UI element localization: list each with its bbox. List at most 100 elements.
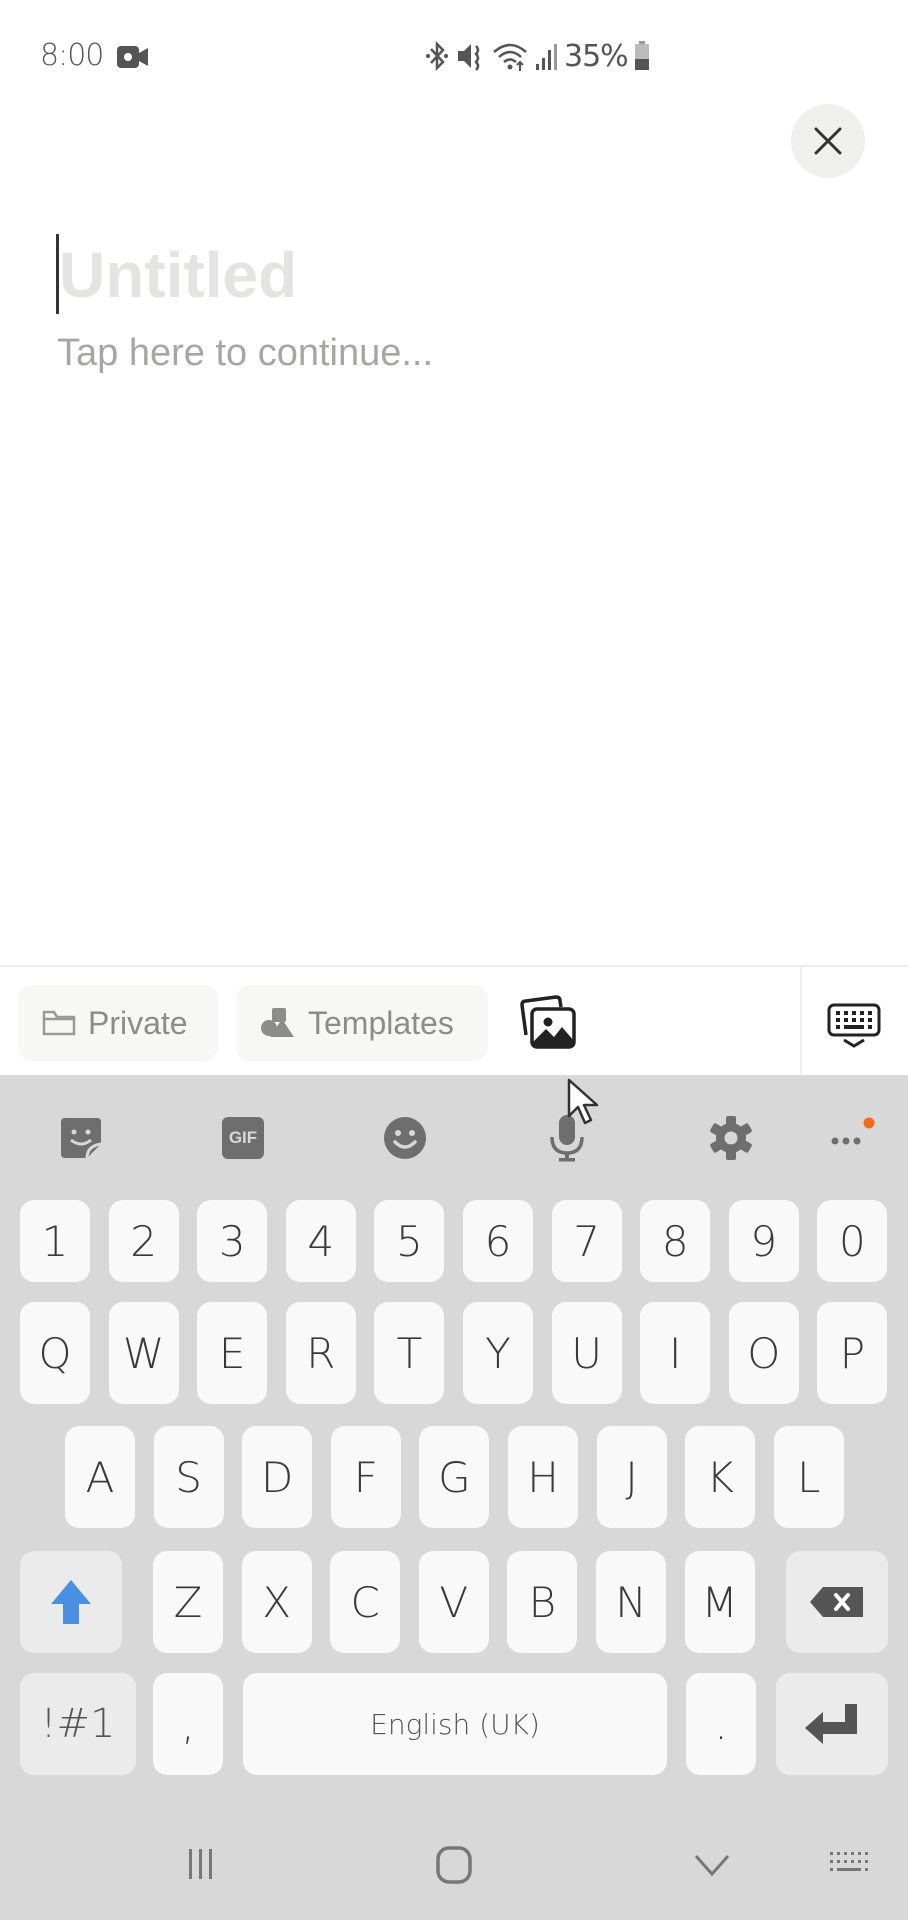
symbols-key[interactable]: !#1 (20, 1673, 136, 1775)
key-p-label: P (839, 1328, 866, 1378)
status-bar: 8:00 35% (0, 0, 908, 110)
key-q-label: Q (38, 1328, 72, 1378)
private-button[interactable]: Private (18, 985, 218, 1061)
key-3-label: 3 (218, 1216, 246, 1266)
wifi-icon (493, 43, 527, 71)
key-a[interactable]: A (65, 1426, 135, 1528)
keyboard-switch-button[interactable] (826, 1846, 872, 1882)
key-n-label: N (615, 1577, 647, 1627)
close-button[interactable] (791, 104, 865, 178)
sticker-button[interactable] (56, 1113, 106, 1163)
private-label: Private (88, 1004, 188, 1041)
key-7[interactable]: 7 (551, 1200, 622, 1282)
key-p[interactable]: P (817, 1302, 888, 1404)
body-input[interactable]: Tap here to continue... (57, 332, 433, 375)
key-x-label: X (262, 1577, 291, 1627)
key-f[interactable]: F (330, 1426, 401, 1528)
key-z-label: Z (173, 1577, 203, 1627)
key-x[interactable]: X (241, 1551, 312, 1653)
home-button[interactable] (434, 1846, 474, 1884)
key-b[interactable]: B (507, 1551, 578, 1653)
key-4[interactable]: 4 (285, 1200, 356, 1282)
key-q[interactable]: Q (20, 1302, 90, 1404)
key-1[interactable]: 1 (20, 1200, 90, 1282)
key-m-label: M (701, 1577, 738, 1627)
key-5[interactable]: 5 (374, 1200, 445, 1282)
voice-input-button[interactable] (542, 1113, 592, 1163)
back-button[interactable] (692, 1846, 732, 1882)
key-b-label: B (528, 1577, 557, 1627)
hide-keyboard-icon[interactable] (826, 1003, 882, 1049)
key-l[interactable]: L (773, 1426, 844, 1528)
key-f-label: F (353, 1452, 378, 1502)
key-2[interactable]: 2 (108, 1200, 179, 1282)
screen-record-icon (117, 46, 148, 68)
key-t[interactable]: T (374, 1302, 445, 1404)
period-key-label: . (714, 1699, 728, 1749)
key-0[interactable]: 0 (817, 1200, 888, 1282)
recent-apps-button[interactable] (176, 1846, 226, 1882)
more-options-button[interactable] (822, 1113, 882, 1163)
key-s[interactable]: S (153, 1426, 224, 1528)
key-n[interactable]: N (596, 1551, 666, 1653)
sticker-icon (61, 1118, 102, 1159)
key-u[interactable]: U (551, 1302, 622, 1404)
notification-dot (863, 1117, 875, 1129)
key-2-label: 2 (130, 1216, 157, 1266)
period-key[interactable]: . (686, 1673, 756, 1775)
media-gallery-icon[interactable] (520, 995, 580, 1051)
key-c[interactable]: C (330, 1551, 401, 1653)
templates-label: Templates (308, 1004, 454, 1041)
shift-key[interactable] (20, 1551, 122, 1653)
shift-arrow-icon (51, 1580, 91, 1624)
templates-button[interactable]: Templates (236, 985, 488, 1061)
gif-button[interactable]: GIF (218, 1113, 268, 1163)
key-6[interactable]: 6 (463, 1200, 533, 1282)
key-z[interactable]: Z (153, 1551, 223, 1653)
emoji-button[interactable] (380, 1113, 430, 1163)
key-1-label: 1 (41, 1216, 69, 1266)
emoji-icon (384, 1117, 426, 1159)
key-r[interactable]: R (285, 1302, 356, 1404)
key-y[interactable]: Y (463, 1302, 533, 1404)
recent-apps-icon (189, 1849, 212, 1879)
key-w-label: W (122, 1328, 165, 1378)
mute-icon (458, 44, 480, 71)
key-l-label: L (797, 1452, 821, 1502)
key-g[interactable]: G (419, 1426, 490, 1528)
key-9[interactable]: 9 (728, 1200, 799, 1282)
bluetooth-icon (426, 40, 448, 72)
key-5-label: 5 (396, 1216, 423, 1266)
key-o-label: O (747, 1328, 781, 1378)
keyboard-settings-button[interactable] (706, 1113, 756, 1163)
key-o[interactable]: O (728, 1302, 799, 1404)
key-r-label: R (306, 1328, 336, 1378)
key-w[interactable]: W (108, 1302, 179, 1404)
key-3[interactable]: 3 (197, 1200, 268, 1282)
comma-key[interactable]: , (153, 1673, 223, 1775)
title-placeholder: Untitled (59, 239, 298, 311)
backspace-key[interactable] (786, 1551, 888, 1653)
space-key-label: English (UK) (370, 1707, 540, 1741)
space-key[interactable]: English (UK) (243, 1673, 667, 1775)
key-g-label: G (438, 1452, 471, 1502)
battery-percent: 35% (564, 38, 629, 74)
key-d-label: D (261, 1452, 294, 1502)
key-j[interactable]: J (596, 1426, 667, 1528)
editor-toolbar: Private Templates (0, 965, 908, 1077)
enter-key[interactable] (776, 1673, 888, 1775)
key-8[interactable]: 8 (640, 1200, 711, 1282)
gif-icon: GIF (222, 1117, 264, 1159)
key-i[interactable]: I (640, 1302, 711, 1404)
key-k[interactable]: K (685, 1426, 756, 1528)
key-v[interactable]: V (418, 1551, 489, 1653)
key-e[interactable]: E (197, 1302, 268, 1404)
templates-icon (261, 1008, 294, 1037)
comma-key-label: , (181, 1699, 195, 1749)
title-input[interactable]: Untitled (56, 232, 836, 314)
key-m[interactable]: M (684, 1551, 755, 1653)
key-h[interactable]: H (508, 1426, 578, 1528)
key-e-label: E (218, 1328, 246, 1378)
key-d[interactable]: D (242, 1426, 313, 1528)
key-8-label: 8 (661, 1216, 689, 1266)
